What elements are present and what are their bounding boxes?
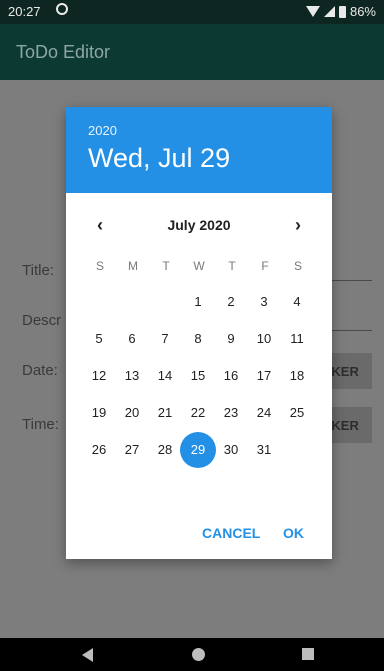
calendar-day[interactable]: 4: [279, 284, 315, 320]
calendar-day-selected[interactable]: 29: [180, 432, 216, 468]
calendar-day[interactable]: 12: [81, 358, 117, 394]
calendar-day[interactable]: 7: [147, 321, 183, 357]
home-icon[interactable]: [192, 648, 205, 661]
signal-icon: [323, 6, 335, 17]
calendar-day[interactable]: 1: [180, 284, 216, 320]
cancel-button[interactable]: CANCEL: [202, 525, 260, 541]
weekday-label: S: [95, 259, 104, 273]
date-picker-dialog: 2020 Wed, Jul 29 ‹ July 2020 › S M T W T…: [66, 107, 332, 559]
weekday-label: T: [162, 259, 170, 273]
selected-date: Wed, Jul 29: [88, 143, 231, 173]
calendar-day[interactable]: 6: [114, 321, 150, 357]
calendar-day[interactable]: 21: [147, 395, 183, 431]
weekday-label: S: [293, 259, 302, 273]
calendar-day[interactable]: 9: [213, 321, 249, 357]
title-label: Title:: [22, 262, 54, 279]
calendar-day[interactable]: 30: [213, 432, 249, 468]
app-title: ToDo Editor: [16, 42, 111, 62]
status-bar: 20:27 86%: [0, 0, 384, 24]
weekday-label: W: [193, 259, 205, 273]
title-input[interactable]: [330, 280, 372, 281]
calendar-day[interactable]: 18: [279, 358, 315, 394]
weekday-label: T: [228, 259, 236, 273]
calendar-day[interactable]: 31: [246, 432, 282, 468]
sync-icon: [56, 3, 68, 15]
weekday-label: F: [261, 259, 269, 273]
calendar-day[interactable]: 17: [246, 358, 282, 394]
status-icons: 86%: [305, 4, 376, 19]
calendar-day[interactable]: 24: [246, 395, 282, 431]
recents-icon[interactable]: [302, 648, 314, 660]
system-nav-bar: [0, 638, 384, 671]
calendar-day[interactable]: 20: [114, 395, 150, 431]
description-label: Descr: [22, 312, 62, 329]
calendar-day[interactable]: 13: [114, 358, 150, 394]
calendar-day[interactable]: 25: [279, 395, 315, 431]
calendar-day[interactable]: 19: [81, 395, 117, 431]
calendar-day[interactable]: 8: [180, 321, 216, 357]
calendar-day[interactable]: 26: [81, 432, 117, 468]
calendar-day[interactable]: 14: [147, 358, 183, 394]
time-label: Time:: [22, 416, 59, 433]
back-icon[interactable]: [82, 648, 93, 662]
calendar-day[interactable]: 22: [180, 395, 216, 431]
ok-button[interactable]: OK: [283, 525, 304, 541]
battery-percent: 86%: [349, 4, 376, 19]
calendar-day[interactable]: 11: [279, 321, 315, 357]
calendar-day[interactable]: 10: [246, 321, 282, 357]
calendar-day[interactable]: 5: [81, 321, 117, 357]
calendar-day[interactable]: 27: [114, 432, 150, 468]
description-input[interactable]: [330, 330, 372, 331]
status-time: 20:27: [8, 4, 41, 19]
calendar-day[interactable]: 15: [180, 358, 216, 394]
weekday-label: M: [128, 259, 138, 273]
app-bar: ToDo Editor: [0, 24, 384, 80]
calendar-day[interactable]: 23: [213, 395, 249, 431]
calendar-day[interactable]: 2: [213, 284, 249, 320]
wifi-icon: [305, 6, 320, 17]
date-label: Date:: [22, 362, 58, 379]
calendar-day[interactable]: 3: [246, 284, 282, 320]
selected-year[interactable]: 2020: [88, 123, 117, 138]
battery-icon: [338, 5, 346, 18]
calendar-day[interactable]: 28: [147, 432, 183, 468]
calendar-day[interactable]: 16: [213, 358, 249, 394]
next-month-icon[interactable]: ›: [288, 215, 308, 236]
dialog-header: 2020 Wed, Jul 29: [66, 107, 332, 193]
